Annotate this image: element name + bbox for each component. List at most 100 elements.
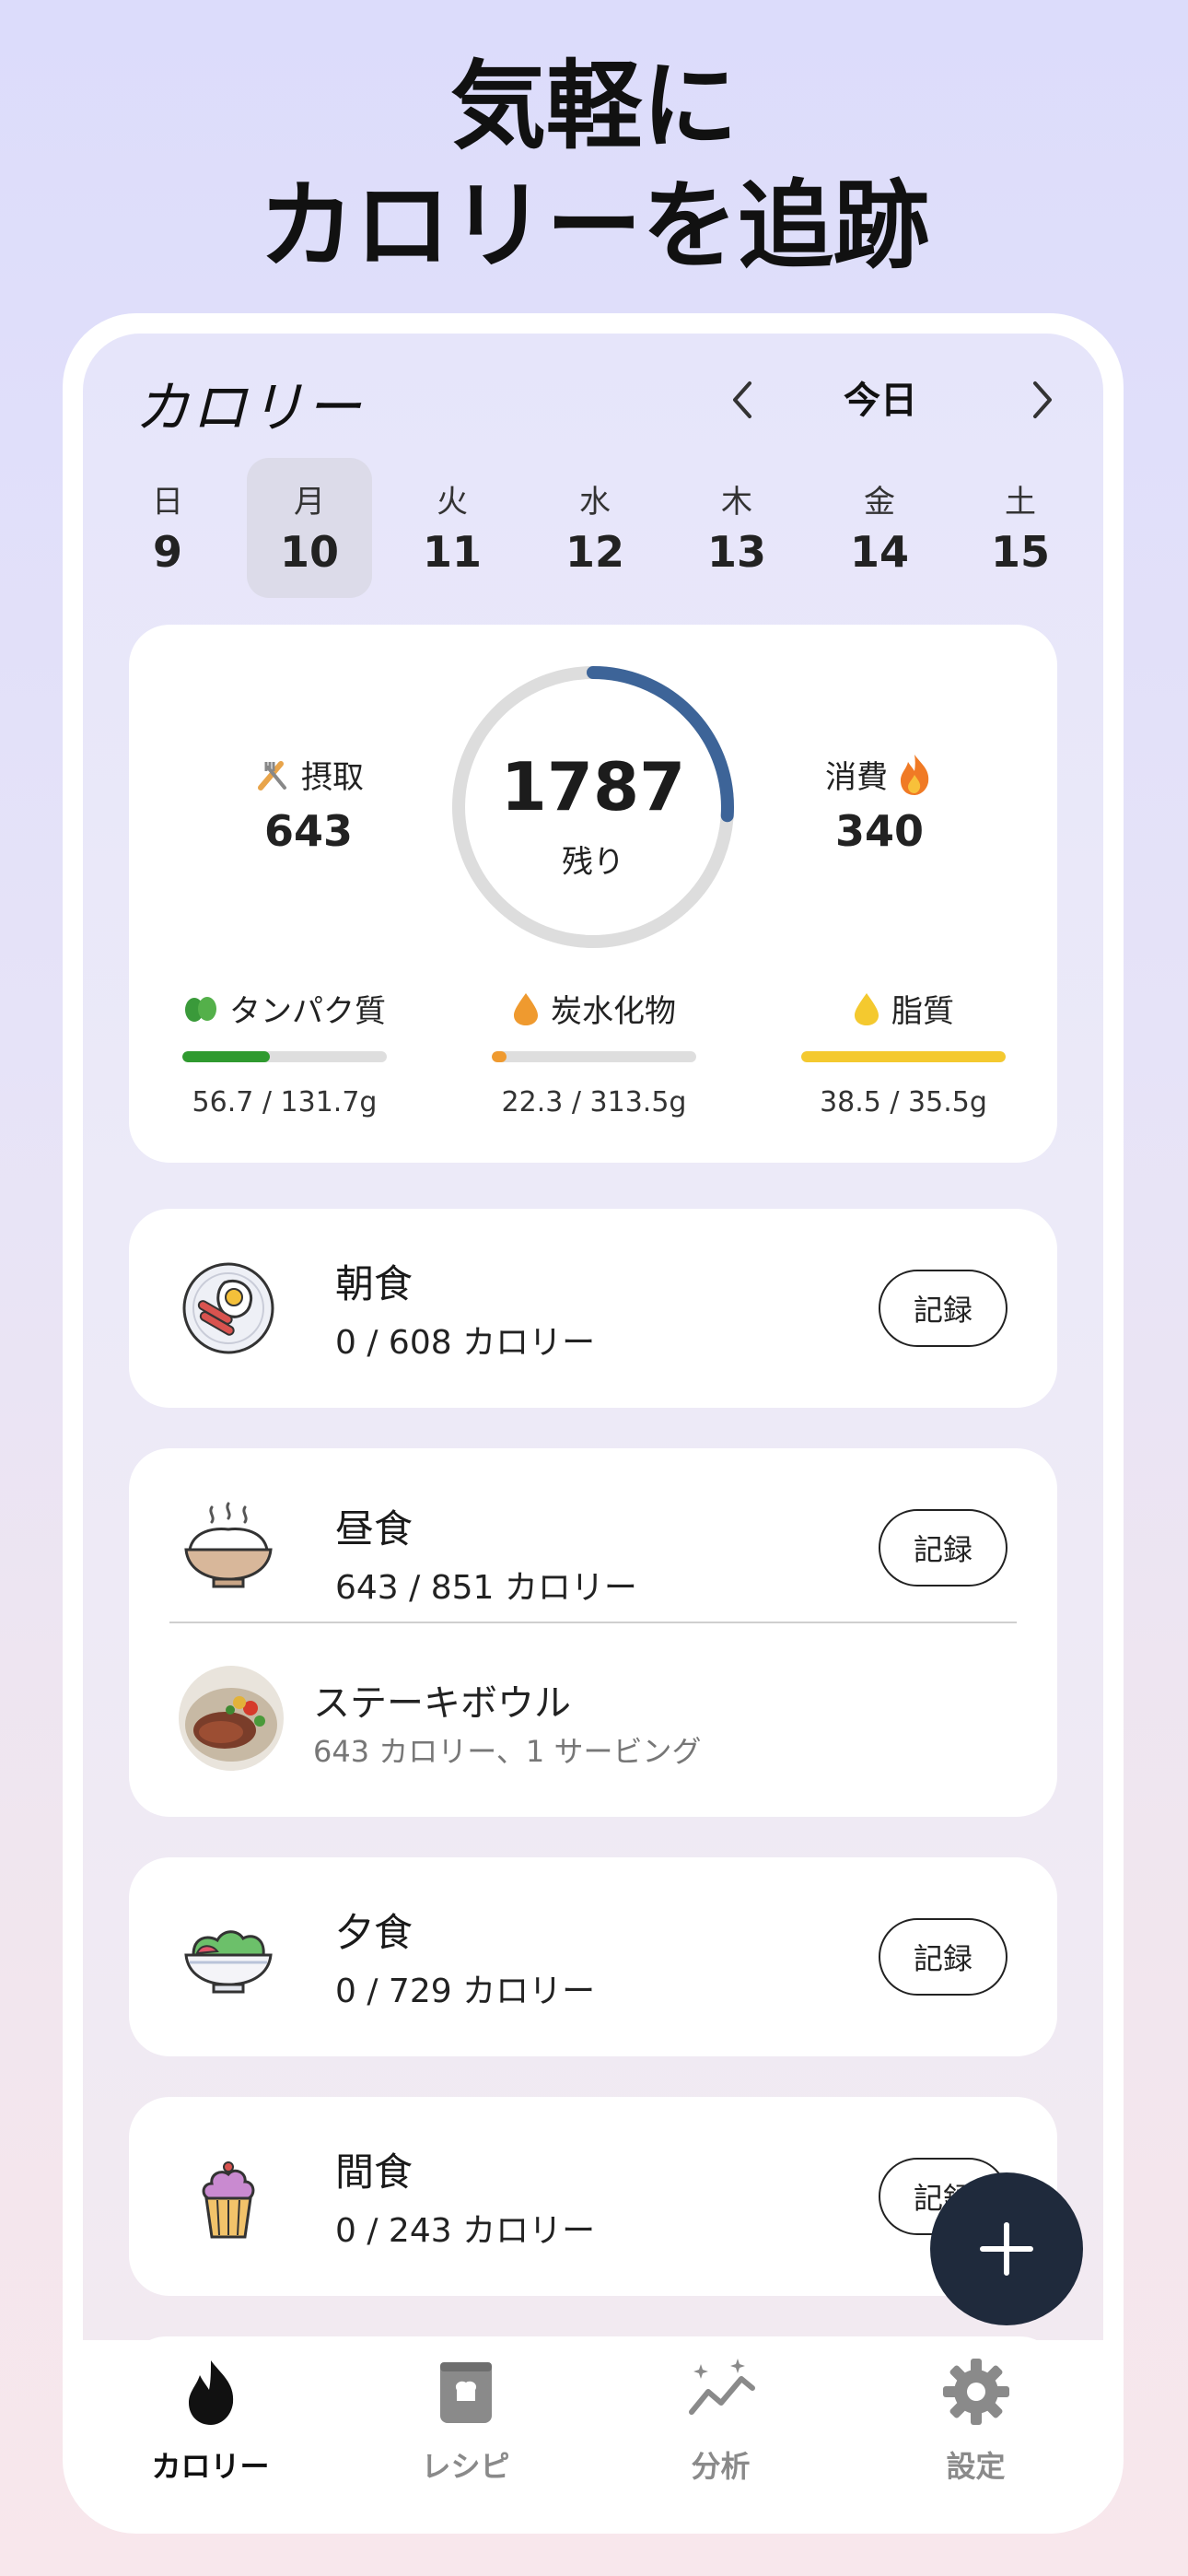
- tab-analytics[interactable]: 分析: [593, 2346, 848, 2502]
- intake-label: 摂取: [301, 759, 364, 796]
- macro-label: 炭水化物: [551, 993, 676, 1030]
- rice-bowl-icon: [184, 1502, 273, 1588]
- tab-settings[interactable]: 設定: [848, 2346, 1103, 2502]
- day-thursday[interactable]: 木 13: [674, 458, 799, 598]
- day-tuesday[interactable]: 火 11: [390, 458, 515, 598]
- day-sunday[interactable]: 日9: [105, 458, 230, 598]
- meal-name: 昼食: [335, 1506, 413, 1551]
- tab-label: カロリー: [151, 2449, 270, 2484]
- day-number: 15: [990, 527, 1050, 577]
- day-name: 金: [864, 484, 895, 521]
- app-screen: カロリー 今日 日9 月 10 火 11 水 12 木 13 金 14 土 15 摂取 64…: [83, 334, 1103, 2340]
- day-name: 木: [721, 484, 752, 521]
- macro-value: 56.7 / 131.7g: [192, 1086, 378, 1118]
- burned-stat: 消費 340: [774, 752, 985, 856]
- log-breakfast-button[interactable]: 記録: [879, 1270, 1007, 1347]
- remaining-display: 1787 残り: [448, 748, 739, 882]
- divider: [169, 1622, 1017, 1623]
- tab-label: 分析: [691, 2449, 751, 2484]
- tab-recipes[interactable]: レシピ: [338, 2346, 593, 2502]
- utensils-icon: [258, 760, 286, 790]
- flame-icon: [188, 2360, 233, 2425]
- day-number: 12: [565, 527, 624, 577]
- tab-calories[interactable]: カロリー: [83, 2346, 338, 2502]
- day-number: 10: [279, 527, 339, 577]
- meal-calories: 0 / 729 カロリー: [335, 1973, 596, 2010]
- macro-progress-fill: [182, 1051, 271, 1062]
- meal-name: 朝食: [335, 1261, 413, 1306]
- macro-progress-fill: [492, 1051, 507, 1062]
- headline-line-1: 気軽に: [449, 50, 738, 162]
- bean-icon: [185, 996, 216, 1022]
- week-selector: 日9 月 10 火 11 水 12 木 13 金 14 土 15: [83, 458, 1103, 605]
- macro-label: タンパク質: [229, 993, 386, 1030]
- meal-card-lunch[interactable]: 昼食 643 / 851 カロリー 記録 ステーキボウル 643 カロリー、1 …: [129, 1448, 1057, 1817]
- meal-calories: 0 / 243 カロリー: [335, 2212, 596, 2250]
- next-card-partial: [129, 2336, 1057, 2340]
- date-label[interactable]: 今日: [844, 370, 917, 424]
- steak-bowl-image: [179, 1666, 284, 1771]
- next-day-button[interactable]: [1022, 372, 1063, 427]
- macro-progress-track: [492, 1051, 696, 1062]
- macro-progress-track: [182, 1051, 387, 1062]
- day-saturday[interactable]: 土 15: [958, 458, 1083, 598]
- meal-card-snack[interactable]: 間食 0 / 243 カロリー 記録: [129, 2097, 1057, 2296]
- gear-icon: [942, 2359, 1009, 2425]
- chevron-right-icon: [1033, 381, 1052, 418]
- macro-value: 22.3 / 313.5g: [501, 1086, 687, 1118]
- chevron-left-icon: [733, 381, 751, 418]
- day-wednesday[interactable]: 水 12: [532, 458, 658, 598]
- meal-name: 間食: [335, 2149, 413, 2195]
- page-title: カロリー: [134, 376, 363, 440]
- day-number: 14: [849, 527, 909, 577]
- meal-calories: 0 / 608 カロリー: [335, 1324, 596, 1362]
- headline-line-2: カロリーを追跡: [258, 170, 929, 282]
- previous-day-button[interactable]: [722, 372, 763, 427]
- macro-protein: タンパク質 56.7 / 131.7g: [169, 986, 400, 1118]
- meal-card-breakfast[interactable]: 朝食 0 / 608 カロリー 記録: [129, 1209, 1057, 1408]
- remaining-value: 1787: [500, 748, 686, 825]
- remaining-label: 残り: [562, 844, 624, 881]
- day-name: 月: [294, 484, 325, 521]
- plus-icon: [980, 2222, 1033, 2276]
- macro-label: 脂質: [891, 993, 954, 1030]
- meal-card-dinner[interactable]: 夕食 0 / 729 カロリー 記録: [129, 1857, 1057, 2056]
- macro-progress-track: [801, 1051, 1006, 1062]
- intake-stat: 摂取 643: [203, 752, 414, 856]
- day-name: 日: [152, 484, 183, 521]
- burned-value: 340: [834, 806, 925, 856]
- cupcake-icon: [202, 2161, 255, 2239]
- meal-calories: 643 / 851 カロリー: [335, 1569, 637, 1607]
- food-name[interactable]: ステーキボウル: [313, 1673, 571, 1727]
- fire-icon: [901, 754, 929, 795]
- day-name: 土: [1005, 484, 1036, 521]
- log-dinner-button[interactable]: 記録: [879, 1918, 1007, 1996]
- day-number: 9: [152, 527, 182, 577]
- macro-fat: 脂質 38.5 / 35.5g: [788, 986, 1019, 1118]
- bottom-tab-bar: カロリー レシピ 分析 設定: [83, 2346, 1103, 2502]
- macro-carbs: 炭水化物 22.3 / 313.5g: [479, 986, 709, 1118]
- salad-bowl-icon: [184, 1930, 273, 1994]
- day-number: 11: [422, 527, 482, 577]
- food-detail: 643 カロリー、1 サービング: [313, 1734, 702, 1769]
- day-name: 水: [579, 484, 611, 521]
- breakfast-plate-icon: [182, 1262, 274, 1354]
- analytics-icon: [688, 2359, 755, 2415]
- meal-name: 夕食: [335, 1910, 413, 1955]
- steak-bowl-photo[interactable]: [179, 1666, 284, 1771]
- day-name: 火: [437, 484, 468, 521]
- log-lunch-button[interactable]: 記録: [879, 1509, 1007, 1587]
- day-friday[interactable]: 金 14: [817, 458, 942, 598]
- headline: 気軽に カロリーを追跡: [0, 46, 1188, 286]
- intake-value: 643: [263, 806, 354, 856]
- add-entry-button[interactable]: [930, 2172, 1083, 2325]
- calorie-summary-card: 摂取 643 1787 残り 消費 340 タンパク質 56.7 / 131.7…: [129, 625, 1057, 1163]
- macro-value: 38.5 / 35.5g: [820, 1086, 987, 1118]
- tab-label: 設定: [946, 2449, 1006, 2484]
- day-number: 13: [706, 527, 766, 577]
- recipe-book-icon: [439, 2362, 492, 2423]
- day-monday[interactable]: 月 10: [247, 458, 372, 598]
- grain-drop-icon: [514, 992, 538, 1025]
- burned-label: 消費: [825, 759, 888, 796]
- macro-progress-fill: [801, 1051, 1006, 1062]
